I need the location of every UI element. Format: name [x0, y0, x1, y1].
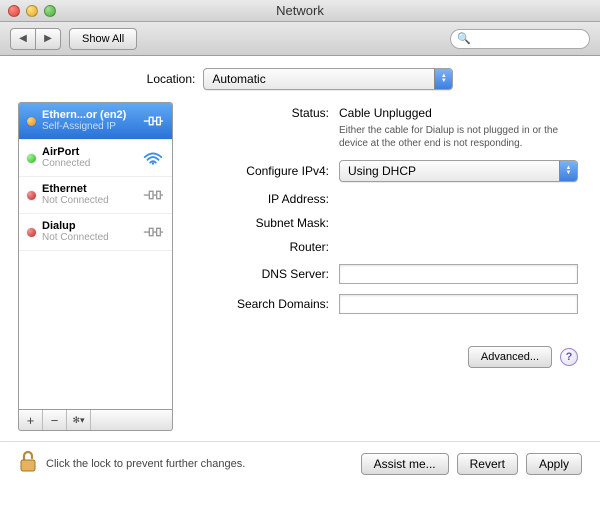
lock-text: Click the lock to prevent further change…: [46, 458, 245, 470]
sidebar-buttons: + − ✻▾: [18, 410, 173, 431]
interfaces-sidebar-wrap: Ethern...or (en2) Self-Assigned IP AirPo…: [18, 102, 173, 431]
toolbar: ◀ ▶ Show All 🔍: [0, 22, 600, 56]
action-menu-button[interactable]: ✻▾: [67, 410, 91, 430]
status-label: Status:: [189, 106, 329, 120]
remove-interface-button[interactable]: −: [43, 410, 67, 430]
status-value: Cable Unplugged: [339, 106, 432, 120]
select-arrows-icon: ▲▼: [559, 161, 577, 181]
sidebar-item-name: AirPort: [42, 146, 136, 158]
sidebar-item-sub: Not Connected: [42, 232, 136, 244]
sidebar-item-text: Ethernet Not Connected: [42, 183, 136, 207]
interfaces-list: Ethern...or (en2) Self-Assigned IP AirPo…: [18, 102, 173, 410]
sidebar-item-sub: Self-Assigned IP: [42, 121, 136, 133]
assist-me-button[interactable]: Assist me...: [361, 453, 449, 475]
dns-server-label: DNS Server:: [189, 267, 329, 281]
sidebar-item-name: Dialup: [42, 220, 136, 232]
subnet-mask-label: Subnet Mask:: [189, 216, 329, 230]
search-domains-label: Search Domains:: [189, 297, 329, 311]
configure-ipv4-label: Configure IPv4:: [189, 164, 329, 178]
status-dot-icon: [27, 154, 36, 163]
router-label: Router:: [189, 240, 329, 254]
detail-panel: Status: Cable Unplugged Either the cable…: [185, 102, 582, 431]
location-row: Location: Automatic ▲▼: [18, 68, 582, 90]
sidebar-item-sub: Not Connected: [42, 195, 136, 207]
search-domains-input[interactable]: [339, 294, 578, 314]
location-select[interactable]: Automatic ▲▼: [203, 68, 453, 90]
wifi-icon: [142, 150, 164, 166]
lock-icon[interactable]: [18, 450, 38, 477]
sidebar-item-name: Ethern...or (en2): [42, 109, 136, 121]
sidebar-item-text: AirPort Connected: [42, 146, 136, 170]
help-button[interactable]: ?: [560, 348, 578, 366]
nav-buttons: ◀ ▶: [10, 28, 61, 50]
sidebar-item-ethernet[interactable]: Ethernet Not Connected: [19, 177, 172, 214]
status-dot-icon: [27, 228, 36, 237]
sidebar-item-dialup[interactable]: Dialup Not Connected: [19, 214, 172, 251]
search-input[interactable]: 🔍: [450, 29, 590, 49]
ethernet-icon: [142, 224, 164, 240]
status-message: Either the cable for Dialup is not plugg…: [339, 124, 578, 150]
back-button[interactable]: ◀: [10, 28, 36, 50]
ethernet-icon: [142, 113, 164, 129]
sidebar-item-text: Ethern...or (en2) Self-Assigned IP: [42, 109, 136, 133]
forward-button[interactable]: ▶: [35, 28, 61, 50]
configure-ipv4-select[interactable]: Using DHCP ▲▼: [339, 160, 578, 182]
location-value: Automatic: [212, 72, 265, 86]
status-dot-icon: [27, 191, 36, 200]
sidebar-item-name: Ethernet: [42, 183, 136, 195]
ip-address-label: IP Address:: [189, 192, 329, 206]
location-label: Location:: [147, 72, 196, 86]
select-arrows-icon: ▲▼: [434, 69, 452, 89]
sidebar-item-ethernet-adapter[interactable]: Ethern...or (en2) Self-Assigned IP: [19, 103, 172, 140]
window-title: Network: [0, 3, 600, 18]
revert-button[interactable]: Revert: [457, 453, 518, 475]
sidebar-item-airport[interactable]: AirPort Connected: [19, 140, 172, 177]
sidebar-item-sub: Connected: [42, 158, 136, 170]
configure-ipv4-value: Using DHCP: [348, 164, 416, 178]
show-all-button[interactable]: Show All: [69, 28, 137, 50]
dns-server-input[interactable]: [339, 264, 578, 284]
advanced-button[interactable]: Advanced...: [468, 346, 552, 368]
ethernet-icon: [142, 187, 164, 203]
titlebar: Network: [0, 0, 600, 22]
search-icon: 🔍: [457, 32, 471, 45]
bottom-bar: Click the lock to prevent further change…: [0, 441, 600, 485]
status-dot-icon: [27, 117, 36, 126]
sidebar-item-text: Dialup Not Connected: [42, 220, 136, 244]
add-interface-button[interactable]: +: [19, 410, 43, 430]
apply-button[interactable]: Apply: [526, 453, 582, 475]
